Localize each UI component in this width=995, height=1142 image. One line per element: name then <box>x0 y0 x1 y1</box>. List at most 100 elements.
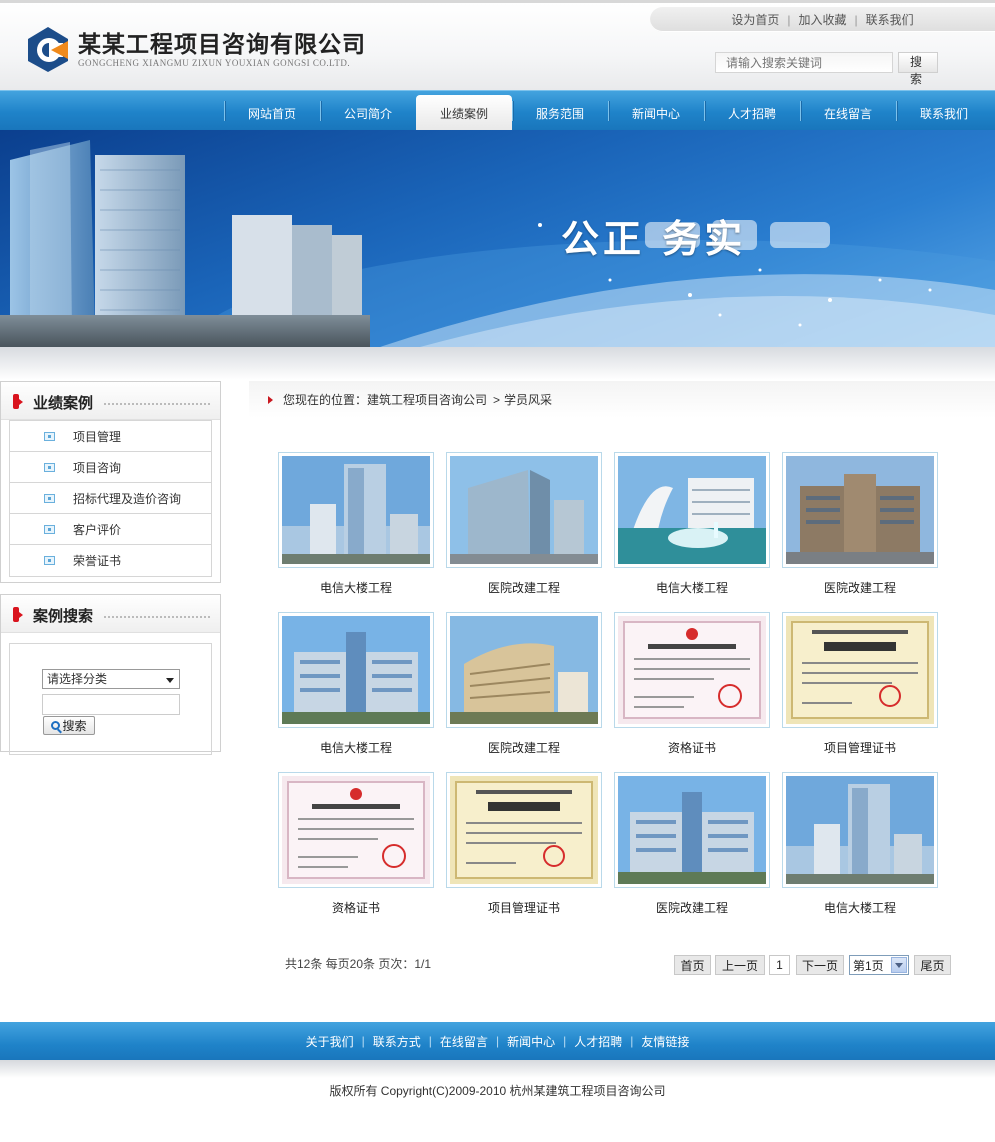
banner-illustration <box>0 140 995 347</box>
case-caption[interactable]: 项目管理证书 <box>446 899 602 916</box>
case-caption[interactable]: 医院改建工程 <box>614 899 770 916</box>
building-brown-image <box>786 456 934 564</box>
footer-link-friends[interactable]: 友情链接 <box>641 1033 689 1050</box>
case-card: 医院改建工程 <box>446 612 602 756</box>
nav-item-services[interactable]: 服务范围 <box>512 91 608 131</box>
case-thumbnail[interactable] <box>782 452 938 568</box>
last-page-button[interactable]: 尾页 <box>914 955 951 975</box>
case-thumbnail[interactable] <box>782 612 938 728</box>
building-hospital-image <box>450 616 598 724</box>
nav-label: 网站首页 <box>247 106 296 121</box>
nav-item-home[interactable]: 网站首页 <box>224 91 320 131</box>
banner-shadow <box>0 347 995 380</box>
case-caption[interactable]: 资格证书 <box>614 739 770 756</box>
nav-label: 公司简介 <box>343 106 392 121</box>
sidebar-item-honor-certificates[interactable]: 荣誉证书 <box>10 545 211 576</box>
case-caption[interactable]: 电信大楼工程 <box>278 579 434 596</box>
case-card: 电信大楼工程 <box>278 612 434 756</box>
case-thumbnail[interactable] <box>278 612 434 728</box>
top-links-bar: 设为首页 | 加入收藏 | 联系我们 <box>650 7 995 32</box>
case-caption[interactable]: 医院改建工程 <box>782 579 938 596</box>
search-input[interactable] <box>715 52 893 73</box>
case-caption[interactable]: 医院改建工程 <box>446 739 602 756</box>
sidebar-item-project-management[interactable]: 项目管理 <box>10 421 211 452</box>
footer-link-contact[interactable]: 联系方式 <box>373 1033 421 1050</box>
case-caption[interactable]: 医院改建工程 <box>446 579 602 596</box>
site-header: 某某工程项目咨询有限公司 GONGCHENG XIANGMU ZIXUN YOU… <box>0 0 995 90</box>
case-caption[interactable]: 资格证书 <box>278 899 434 916</box>
sidebar-item-client-reviews[interactable]: 客户评价 <box>10 514 211 545</box>
prev-page-button[interactable]: 上一页 <box>715 955 765 975</box>
contact-us-link[interactable]: 联系我们 <box>866 11 914 28</box>
case-thumbnail[interactable] <box>614 612 770 728</box>
category-select[interactable]: 请选择分类 <box>42 669 180 689</box>
nav-label: 人才招聘 <box>727 106 776 121</box>
footer-link-message[interactable]: 在线留言 <box>440 1033 488 1050</box>
case-thumbnail[interactable] <box>446 612 602 728</box>
case-thumbnail[interactable] <box>614 772 770 888</box>
search-button[interactable]: 搜 索 <box>898 52 938 86</box>
divider: | <box>361 1034 365 1048</box>
nav-item-news[interactable]: 新闻中心 <box>608 91 704 131</box>
building-fountain-image <box>618 456 766 564</box>
current-page-number: 1 <box>769 955 790 975</box>
building-tower-image <box>282 456 430 564</box>
case-thumbnail[interactable] <box>278 772 434 888</box>
divider: | <box>787 12 791 27</box>
case-thumbnail[interactable] <box>446 772 602 888</box>
case-card: 项目管理证书 <box>782 612 938 756</box>
page-select[interactable]: 第1页 <box>849 955 909 975</box>
case-search-title: 案例搜索 <box>33 607 94 625</box>
dotted-divider <box>103 615 211 619</box>
divider: | <box>630 1034 634 1048</box>
case-caption[interactable]: 项目管理证书 <box>782 739 938 756</box>
footer-link-about[interactable]: 关于我们 <box>306 1033 354 1050</box>
keyword-input[interactable] <box>42 694 180 715</box>
cases-list: 项目管理 项目咨询 招标代理及造价咨询 客户评价 荣誉证书 <box>9 420 212 577</box>
nav-item-message[interactable]: 在线留言 <box>800 91 896 131</box>
case-caption[interactable]: 电信大楼工程 <box>614 579 770 596</box>
case-search-button[interactable]: 搜索 <box>43 716 95 735</box>
nav-item-about[interactable]: 公司简介 <box>320 91 416 131</box>
divider: | <box>563 1034 567 1048</box>
footer-shadow <box>0 1060 995 1078</box>
hero-banner: 公正 务实 <box>0 130 995 347</box>
set-homepage-link[interactable]: 设为首页 <box>731 11 779 28</box>
case-card: 医院改建工程 <box>614 772 770 916</box>
company-logo <box>28 27 68 72</box>
case-thumbnail[interactable] <box>446 452 602 568</box>
building-wide-image <box>618 776 766 884</box>
breadcrumb-current: 学员风采 <box>504 393 553 407</box>
case-search-button-label: 搜索 <box>62 719 87 733</box>
certificate-pink-image <box>618 616 766 724</box>
sidebar-item-label: 荣誉证书 <box>73 554 122 568</box>
case-caption[interactable]: 电信大楼工程 <box>278 739 434 756</box>
sidebar-item-tender-agency[interactable]: 招标代理及造价咨询 <box>10 483 211 514</box>
case-thumbnail[interactable] <box>614 452 770 568</box>
case-thumbnail[interactable] <box>278 452 434 568</box>
case-caption[interactable]: 电信大楼工程 <box>782 899 938 916</box>
pagination-info: 共12条 每页20条 页次：1/1 <box>285 957 432 971</box>
add-favorite-link[interactable]: 加入收藏 <box>798 11 846 28</box>
nav-item-cases[interactable]: 业绩案例 <box>416 91 512 131</box>
dropdown-arrow-icon <box>891 957 907 973</box>
dotted-divider <box>103 402 211 406</box>
cases-panel-title: 业绩案例 <box>33 394 94 412</box>
sidebar-item-label: 项目咨询 <box>73 460 122 475</box>
breadcrumb: 您现在的位置： 建筑工程项目咨询公司 > 学员风采 <box>249 381 995 418</box>
footer-link-jobs[interactable]: 人才招聘 <box>574 1033 622 1050</box>
breadcrumb-site-link[interactable]: 建筑工程项目咨询公司 <box>367 391 487 408</box>
sidebar-item-label: 客户评价 <box>73 522 122 537</box>
nav-item-contact[interactable]: 联系我们 <box>896 91 992 131</box>
sidebar-item-label: 招标代理及造价咨询 <box>73 491 182 506</box>
footer-link-news[interactable]: 新闻中心 <box>507 1033 555 1050</box>
building-glass-image <box>450 456 598 564</box>
first-page-button[interactable]: 首页 <box>674 955 711 975</box>
sidebar-item-project-consulting[interactable]: 项目咨询 <box>10 452 211 483</box>
nav-item-jobs[interactable]: 人才招聘 <box>704 91 800 131</box>
arrow-right-icon <box>268 395 273 404</box>
next-page-button[interactable]: 下一页 <box>796 955 844 975</box>
case-thumbnail[interactable] <box>782 772 938 888</box>
case-search-form: 请选择分类 搜索 <box>9 643 212 755</box>
main-nav: 网站首页 公司简介 业绩案例 服务范围 新闻中心 人才招聘 在线留言 联系我们 <box>0 90 995 131</box>
